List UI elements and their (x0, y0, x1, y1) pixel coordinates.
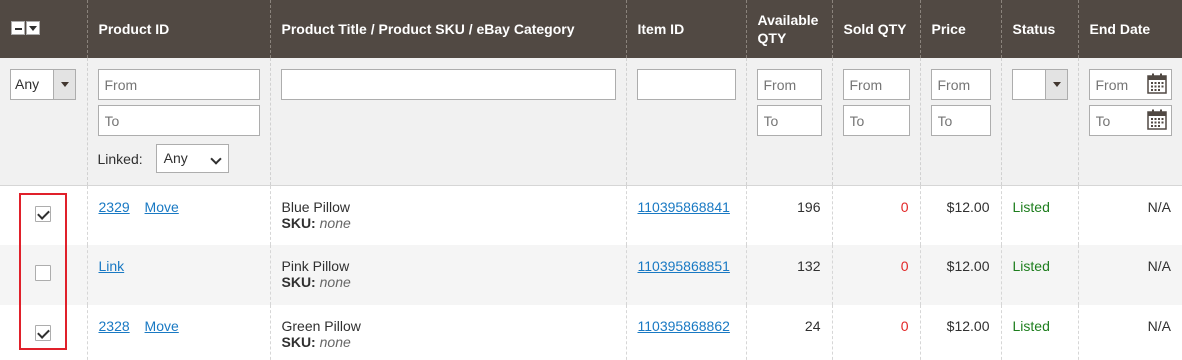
sku-value: none (319, 274, 351, 290)
status-cell: Listed (1000, 245, 1078, 305)
row-select-cell (0, 305, 87, 360)
sku-label: SKU: (281, 274, 316, 290)
sku-value: none (319, 334, 351, 350)
filter-linked: Linked: Any (98, 144, 260, 173)
end-date-cell: N/A (1077, 185, 1182, 245)
product-id-link[interactable]: 2328 (99, 318, 130, 334)
filter-available-qty-from[interactable] (756, 69, 822, 100)
end-date-cell: N/A (1077, 245, 1182, 305)
filter-item-id-cell (625, 58, 746, 186)
table-row: Link Pink Pillow SKU: none 110395868851 … (0, 245, 1182, 305)
mass-select-checkbox[interactable] (11, 21, 25, 35)
filter-item-id-input[interactable] (636, 69, 736, 100)
row-checkbox[interactable] (35, 325, 52, 341)
product-id-cell: 2328 Move (86, 305, 270, 360)
sku-value: none (319, 214, 351, 231)
row-select-cell (0, 245, 87, 305)
item-id-cell: 110395868862 (625, 305, 746, 360)
col-available-qty[interactable]: Available QTY (745, 0, 832, 58)
col-item-id[interactable]: Item ID (625, 0, 746, 58)
product-id-cell: Link (86, 245, 270, 305)
product-title: Blue Pillow (281, 198, 350, 215)
col-end-date[interactable]: End Date (1077, 0, 1182, 58)
filter-price-to[interactable] (930, 105, 991, 136)
mass-select-header (0, 0, 87, 58)
title-cell: Blue Pillow SKU: none (269, 185, 626, 245)
col-title[interactable]: Product Title / Product SKU / eBay Categ… (269, 0, 626, 58)
col-price[interactable]: Price (919, 0, 1001, 58)
col-available-qty-line1: Available (757, 12, 819, 28)
header-row: Product ID Product Title / Product SKU /… (0, 0, 1182, 58)
filter-row: Any Linked: Any (0, 58, 1182, 186)
filter-status-select[interactable] (1011, 69, 1068, 100)
chevron-down-icon (1044, 70, 1067, 99)
row-action-link[interactable]: Move (145, 199, 179, 215)
filter-product-id-cell: Linked: Any (86, 58, 270, 186)
status-cell: Listed (1000, 185, 1078, 245)
row-checkbox[interactable] (35, 205, 52, 222)
filter-available-qty-to[interactable] (756, 105, 822, 136)
filter-status-cell (1000, 58, 1078, 186)
filter-mass-select-cell: Any (0, 58, 87, 186)
status-cell: Listed (1000, 305, 1078, 360)
filter-linked-select[interactable]: Any (155, 144, 229, 173)
filter-price-from[interactable] (930, 69, 991, 100)
filter-title-cell (269, 58, 626, 186)
product-title: Green Pillow (281, 318, 361, 334)
filter-available-qty-cell (745, 58, 832, 186)
chevron-down-icon (53, 70, 75, 99)
filter-sold-qty-cell (831, 58, 920, 186)
filter-price-cell (919, 58, 1001, 186)
filter-product-id-from[interactable] (97, 69, 260, 100)
filter-linked-label: Linked: (97, 150, 143, 167)
filter-linked-value: Any (163, 150, 188, 166)
row-action-link[interactable]: Move (145, 318, 179, 334)
sold-qty-cell: 0 (831, 245, 920, 305)
filter-end-date-from-box (1088, 69, 1172, 100)
product-id-cell: 2329 Move (86, 185, 270, 245)
col-product-id[interactable]: Product ID (86, 0, 270, 58)
calendar-icon[interactable] (1147, 109, 1167, 130)
end-date-cell: N/A (1077, 305, 1182, 360)
price-cell: $12.00 (919, 185, 1001, 245)
filter-end-date-cell (1077, 58, 1182, 186)
filter-mass-select[interactable]: Any (10, 69, 76, 100)
title-cell: Pink Pillow SKU: none (269, 245, 626, 305)
available-qty-cell: 132 (745, 245, 832, 305)
filter-title-input[interactable] (280, 69, 616, 100)
product-title: Pink Pillow (281, 258, 350, 274)
available-qty-cell: 196 (745, 185, 832, 245)
calendar-icon[interactable] (1147, 73, 1167, 94)
filter-sold-qty-from[interactable] (842, 69, 910, 100)
filter-mass-select-value: Any (15, 76, 40, 92)
item-id-link[interactable]: 110395868862 (638, 318, 730, 334)
table-row: 2328 Move Green Pillow SKU: none 1103958… (0, 305, 1182, 360)
mass-select-control[interactable] (11, 19, 40, 37)
item-id-cell: 110395868851 (625, 245, 746, 305)
available-qty-cell: 24 (745, 305, 832, 360)
product-id-link[interactable]: 2329 (99, 199, 130, 215)
sku-label: SKU: (281, 214, 316, 231)
mass-select-dropdown-icon[interactable] (26, 21, 40, 35)
table-row: 2329 Move Blue Pillow SKU: none 11039586… (0, 185, 1182, 245)
sku-label: SKU: (281, 334, 316, 350)
item-id-cell: 110395868841 (625, 185, 746, 245)
sold-qty-cell: 0 (831, 305, 920, 360)
price-cell: $12.00 (919, 245, 1001, 305)
sold-qty-cell: 0 (831, 185, 920, 245)
col-status[interactable]: Status (1000, 0, 1078, 58)
row-action-link[interactable]: Link (99, 258, 125, 274)
item-id-link[interactable]: 110395868841 (638, 199, 730, 215)
col-available-qty-line2: QTY (757, 30, 787, 46)
col-sold-qty[interactable]: Sold QTY (831, 0, 920, 58)
row-select-cell (0, 185, 87, 245)
item-id-link[interactable]: 110395868851 (638, 258, 730, 274)
listing-grid: Product ID Product Title / Product SKU /… (0, 0, 1182, 360)
price-cell: $12.00 (919, 305, 1001, 360)
filter-end-date-to-box (1088, 105, 1172, 136)
title-cell: Green Pillow SKU: none (269, 305, 626, 360)
row-checkbox[interactable] (35, 265, 52, 281)
filter-sold-qty-to[interactable] (842, 105, 910, 136)
filter-product-id-to[interactable] (97, 105, 260, 136)
